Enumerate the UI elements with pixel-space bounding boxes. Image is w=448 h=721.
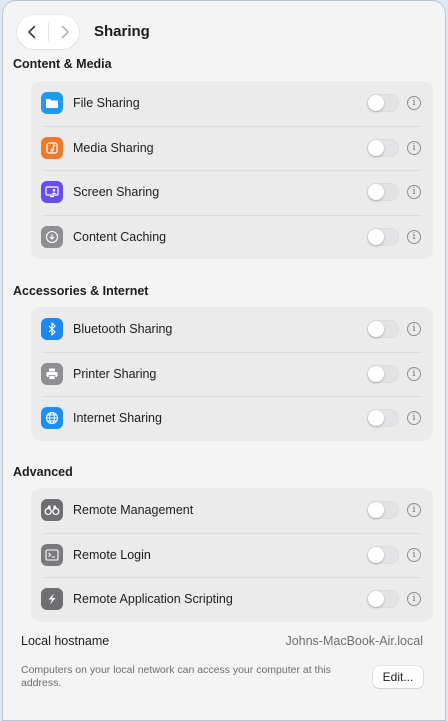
- hostname-row: Local hostname Johns-MacBook-Air.local: [13, 626, 433, 656]
- sharing-window: Sharing Content & Media File Sharing i M…: [2, 0, 446, 721]
- row-label: Remote Application Scripting: [73, 592, 233, 607]
- row-internet-sharing[interactable]: Internet Sharing i: [31, 396, 433, 441]
- info-icon[interactable]: i: [407, 96, 421, 111]
- hostname-label: Local hostname: [21, 634, 110, 648]
- row-label: File Sharing: [73, 96, 140, 111]
- row-remote-management[interactable]: Remote Management i: [31, 488, 433, 533]
- hostname-value: Johns-MacBook-Air.local: [285, 634, 423, 648]
- row-media-sharing[interactable]: Media Sharing i: [31, 125, 433, 171]
- info-icon[interactable]: i: [407, 140, 421, 155]
- row-label: Content Caching: [73, 229, 167, 244]
- info-icon[interactable]: i: [407, 366, 421, 381]
- hostname-description-row: Computers on your local network can acce…: [13, 660, 433, 694]
- info-icon[interactable]: i: [407, 185, 421, 200]
- file-sharing-toggle[interactable]: [367, 94, 399, 113]
- internet-sharing-toggle[interactable]: [367, 409, 399, 428]
- script-icon: [41, 588, 63, 611]
- info-icon[interactable]: i: [407, 592, 421, 607]
- section-title-accessories-internet: Accessories & Internet: [13, 284, 149, 298]
- screen-person-icon: [41, 181, 63, 204]
- row-file-sharing[interactable]: File Sharing i: [31, 81, 433, 126]
- back-button[interactable]: [19, 19, 45, 45]
- bluetooth-sharing-toggle[interactable]: [367, 320, 399, 339]
- media-sharing-toggle[interactable]: [367, 138, 399, 157]
- info-icon[interactable]: i: [407, 322, 421, 337]
- printer-sharing-toggle[interactable]: [367, 364, 399, 383]
- remote-application-scripting-toggle[interactable]: [367, 590, 399, 609]
- section-title-content-media: Content & Media: [13, 57, 112, 71]
- info-icon[interactable]: i: [407, 547, 421, 562]
- music-note-icon: [41, 136, 63, 159]
- globe-icon: [41, 407, 63, 430]
- download-circle-icon: [41, 225, 63, 248]
- page-title: Sharing: [94, 23, 150, 40]
- row-remote-login[interactable]: Remote Login i: [31, 532, 433, 578]
- content-caching-toggle[interactable]: [367, 227, 399, 246]
- row-content-caching[interactable]: Content Caching i: [31, 214, 433, 260]
- row-label: Internet Sharing: [73, 411, 162, 426]
- content-area: Content & Media File Sharing i Media Sha…: [3, 49, 445, 720]
- row-label: Screen Sharing: [73, 185, 160, 200]
- row-label: Bluetooth Sharing: [73, 322, 173, 337]
- row-label: Printer Sharing: [73, 366, 157, 381]
- edit-hostname-button[interactable]: Edit...: [373, 666, 423, 688]
- toolbar: Sharing: [3, 1, 445, 49]
- remote-management-toggle[interactable]: [367, 501, 399, 520]
- binoculars-icon: [41, 499, 63, 522]
- navigation-buttons: [17, 15, 79, 49]
- folder-icon: [41, 92, 63, 115]
- row-label: Media Sharing: [73, 140, 154, 155]
- remote-login-toggle[interactable]: [367, 545, 399, 564]
- chevron-left-icon: [27, 25, 35, 39]
- section-title-advanced: Advanced: [13, 465, 73, 479]
- row-label: Remote Login: [73, 547, 151, 562]
- info-icon[interactable]: i: [407, 411, 421, 426]
- row-label: Remote Management: [73, 503, 194, 518]
- row-printer-sharing[interactable]: Printer Sharing i: [31, 351, 433, 397]
- info-icon[interactable]: i: [407, 503, 421, 518]
- info-icon[interactable]: i: [407, 229, 421, 244]
- row-remote-application-scripting[interactable]: Remote Application Scripting i: [31, 577, 433, 622]
- screen-sharing-toggle[interactable]: [367, 183, 399, 202]
- chevron-right-icon: [61, 25, 69, 39]
- printer-icon: [41, 362, 63, 385]
- group-accessories-internet: Bluetooth Sharing i Printer Sharing i In…: [31, 307, 433, 441]
- bluetooth-icon: [41, 318, 63, 341]
- forward-button[interactable]: [52, 19, 78, 45]
- group-advanced: Remote Management i Remote Login i Remot…: [31, 488, 433, 622]
- row-bluetooth-sharing[interactable]: Bluetooth Sharing i: [31, 307, 433, 352]
- nav-divider: [47, 23, 49, 41]
- group-content-media: File Sharing i Media Sharing i Screen Sh…: [31, 81, 433, 259]
- row-screen-sharing[interactable]: Screen Sharing i: [31, 170, 433, 215]
- terminal-icon: [41, 543, 63, 566]
- hostname-description: Computers on your local network can acce…: [21, 664, 331, 689]
